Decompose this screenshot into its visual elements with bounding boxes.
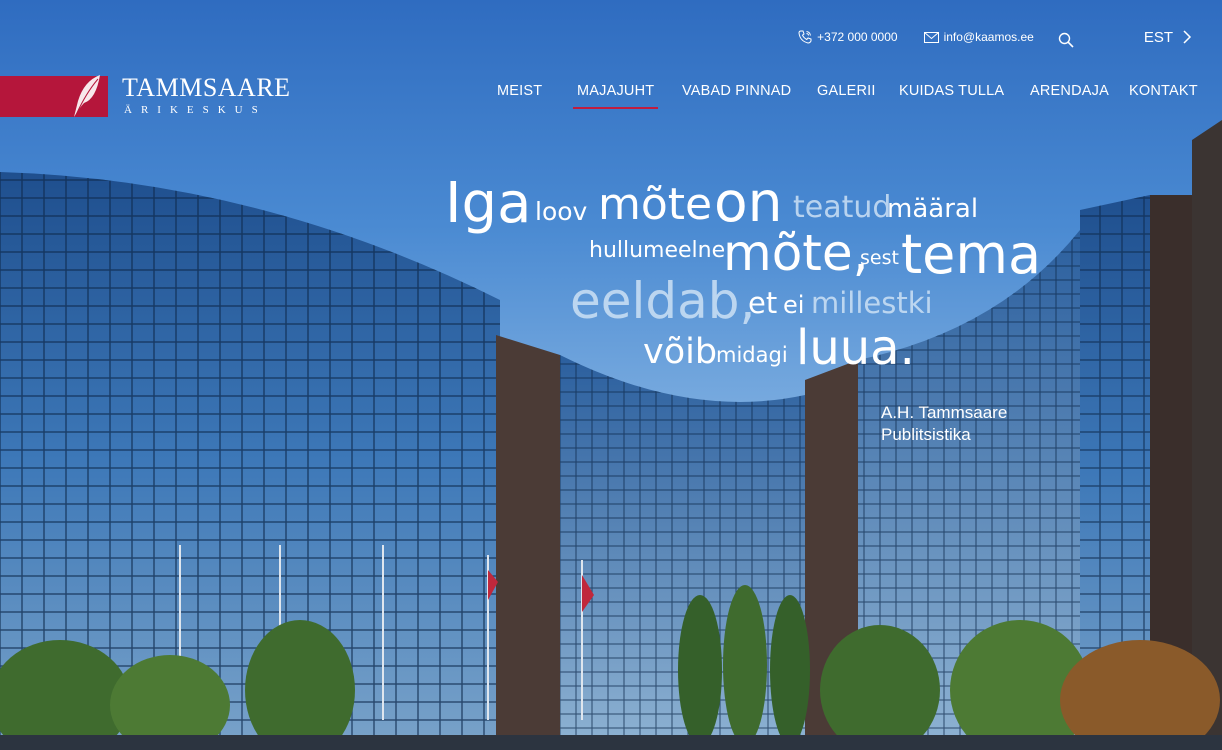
nav-item-vabad-pinnad[interactable]: VABAD PINNAD: [682, 83, 791, 99]
nav-item-kuidas-tulla[interactable]: KUIDAS TULLA: [899, 83, 1004, 99]
nav-item-galerii[interactable]: GALERII: [817, 83, 876, 99]
search-button[interactable]: [1058, 32, 1074, 48]
nav-item-meist[interactable]: MEIST: [497, 83, 542, 99]
nav-item-majajuht[interactable]: MAJAJUHT: [572, 83, 659, 109]
language-switcher[interactable]: EST: [1144, 29, 1192, 46]
chevron-right-icon: [1183, 30, 1192, 44]
email-address: info@kaamos.ee: [943, 30, 1034, 44]
nav-item-kontakt[interactable]: KONTAKT: [1129, 83, 1198, 99]
nav-item-arendaja[interactable]: ARENDAJA: [1030, 83, 1109, 99]
language-label: EST: [1143, 28, 1173, 46]
envelope-icon: [923, 31, 939, 43]
phone-icon: [798, 30, 812, 44]
search-icon: [1058, 32, 1074, 48]
main-navigation: MEIST MAJAJUHT VABAD PINNAD GALERII KUID…: [0, 83, 1222, 113]
phone-contact[interactable]: +372 000 0000: [798, 30, 898, 44]
phone-number: +372 000 0000: [817, 30, 898, 44]
top-bar: +372 000 0000 info@kaamos.ee EST: [772, 26, 1192, 48]
email-contact[interactable]: info@kaamos.ee: [923, 30, 1034, 44]
